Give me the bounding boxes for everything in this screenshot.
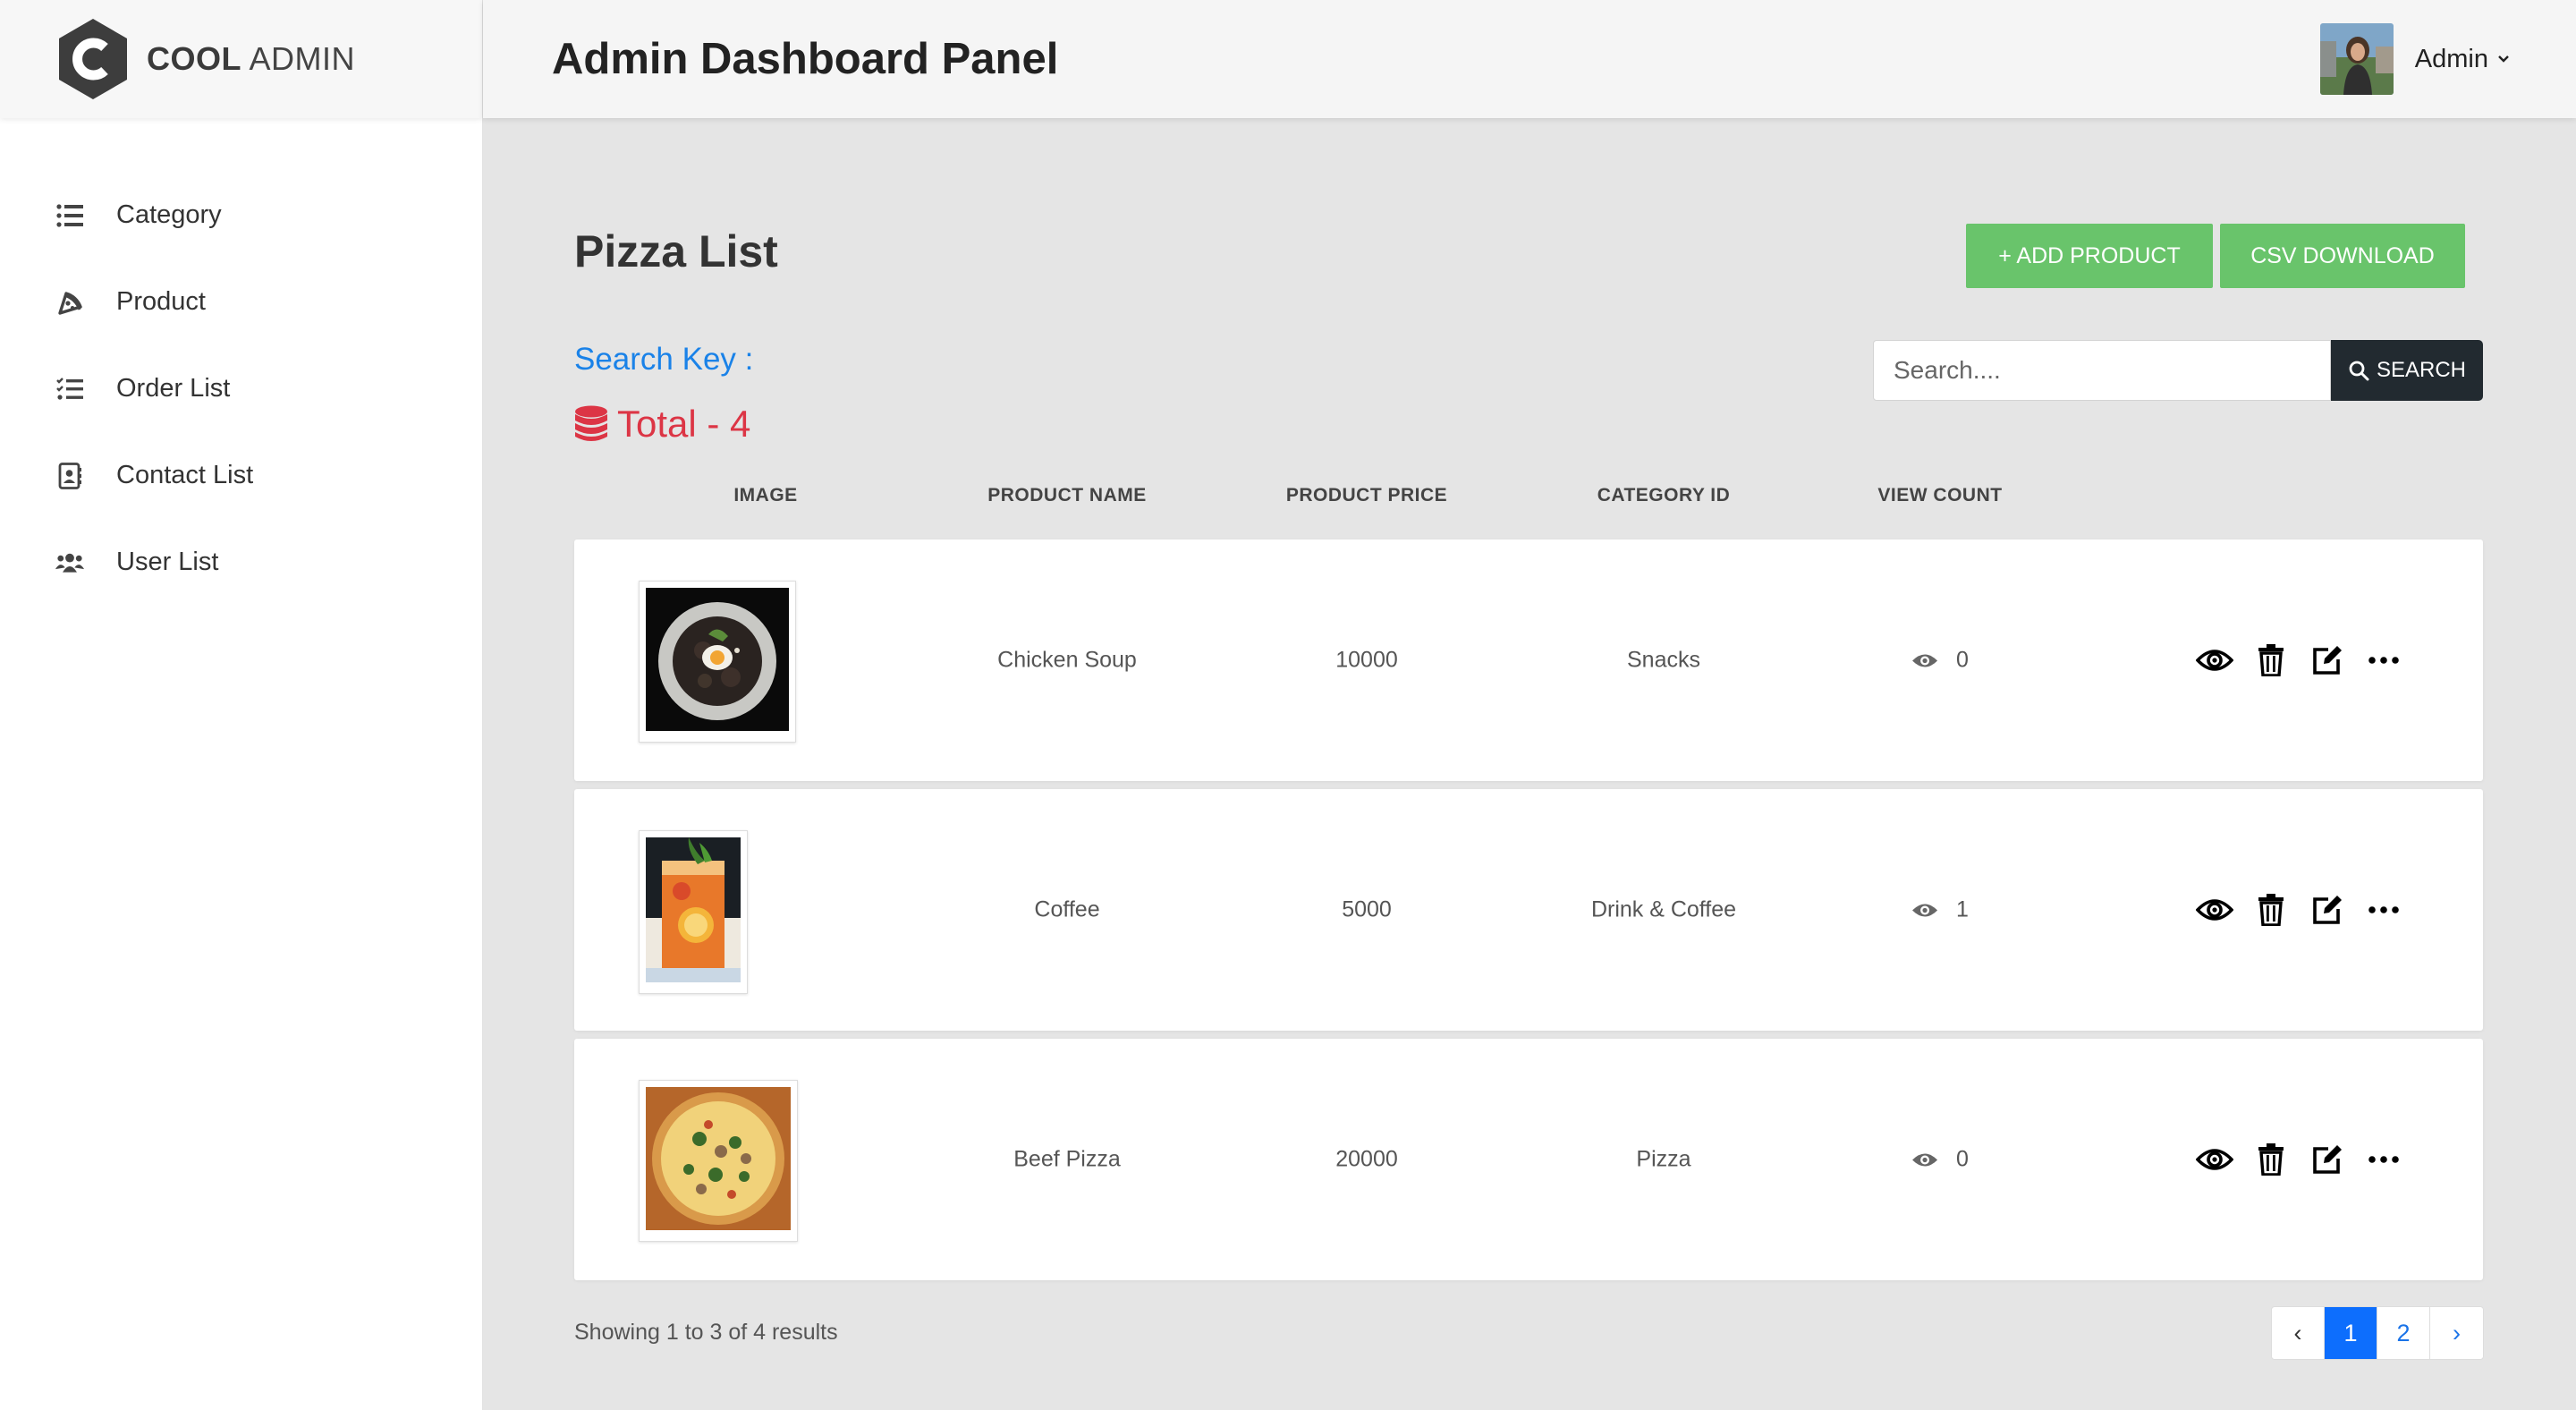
- column-header-image: IMAGE: [733, 485, 798, 505]
- product-price: 5000: [1342, 896, 1392, 922]
- eye-icon: [1912, 654, 1938, 667]
- drink-photo: [646, 837, 741, 982]
- search-icon: [2349, 361, 2369, 381]
- total-count: Total - 4: [574, 403, 750, 446]
- view-icon[interactable]: [2195, 641, 2234, 680]
- sidebar-item-user-list[interactable]: User List: [0, 519, 482, 606]
- sidebar-item-label: Order List: [116, 374, 231, 403]
- sidebar-nav: Category Product Order List Contact List…: [0, 172, 482, 606]
- sidebar-item-contact-list[interactable]: Contact List: [0, 432, 482, 519]
- add-product-button[interactable]: + ADD PRODUCT: [1966, 224, 2213, 288]
- row-actions: [2195, 641, 2420, 680]
- row-actions: [2195, 890, 2420, 930]
- search-button-label: SEARCH: [2376, 358, 2467, 382]
- address-book-icon: [55, 462, 84, 490]
- pagination-prev[interactable]: ‹: [2272, 1307, 2325, 1359]
- user-name: Admin: [2414, 44, 2488, 73]
- top-header: Admin Dashboard Panel Admin: [483, 0, 2576, 118]
- table-row: Beef Pizza 20000 Pizza 0: [574, 1039, 2483, 1280]
- pizza-photo: [646, 1087, 791, 1230]
- chevron-down-icon: [2498, 55, 2509, 63]
- table-row: Chicken Soup 10000 Snacks 0: [574, 539, 2483, 781]
- user-menu[interactable]: Admin: [2319, 23, 2510, 95]
- search-button[interactable]: SEARCH: [2331, 340, 2483, 401]
- edit-icon[interactable]: [2308, 890, 2347, 930]
- column-header-product-price: PRODUCT PRICE: [1285, 485, 1448, 505]
- view-count-value: 0: [1956, 1146, 1969, 1172]
- trash-icon[interactable]: [2251, 641, 2291, 680]
- pagination-next[interactable]: ›: [2430, 1307, 2483, 1359]
- pagination-page-1[interactable]: 1: [2325, 1307, 2377, 1359]
- database-icon: [575, 405, 607, 441]
- sidebar-item-order-list[interactable]: Order List: [0, 345, 482, 432]
- column-header-view-count: VIEW COUNT: [1877, 485, 2003, 505]
- more-options-icon[interactable]: [2364, 641, 2403, 680]
- sidebar-item-label: Product: [116, 287, 206, 316]
- trash-icon[interactable]: [2251, 1140, 2291, 1179]
- page-title: Admin Dashboard Panel: [552, 35, 1059, 83]
- sidebar-item-label: Category: [116, 200, 222, 229]
- brand-logo[interactable]: COOL ADMIN: [0, 0, 482, 118]
- avatar: [2319, 23, 2394, 95]
- sidebar: COOL ADMIN Category Product Order List C…: [0, 0, 483, 1410]
- row-actions: [2195, 1140, 2420, 1179]
- view-icon[interactable]: [2195, 890, 2234, 930]
- search-key-label: Search Key :: [574, 342, 754, 377]
- edit-icon[interactable]: [2308, 641, 2347, 680]
- more-options-icon[interactable]: [2364, 890, 2403, 930]
- product-price: 10000: [1335, 647, 1398, 673]
- view-count: 1: [1911, 897, 1969, 923]
- view-icon[interactable]: [2195, 1140, 2234, 1179]
- results-summary: Showing 1 to 3 of 4 results: [574, 1320, 838, 1345]
- logo-hex-icon: [59, 19, 127, 99]
- users-icon: [55, 548, 84, 577]
- product-name: Chicken Soup: [997, 647, 1137, 673]
- brand-bold: COOL: [147, 40, 242, 77]
- view-count-value: 0: [1956, 647, 1969, 673]
- sidebar-item-label: Contact List: [116, 461, 254, 489]
- pagination-page-2[interactable]: 2: [2377, 1307, 2430, 1359]
- more-options-icon[interactable]: [2364, 1140, 2403, 1179]
- brand-light: ADMIN: [249, 40, 356, 77]
- category-id: Drink & Coffee: [1590, 896, 1737, 922]
- product-name: Coffee: [1034, 896, 1100, 922]
- category-id: Pizza: [1636, 1146, 1691, 1172]
- total-label: Total - 4: [617, 403, 751, 445]
- sidebar-item-category[interactable]: Category: [0, 172, 482, 259]
- csv-download-button[interactable]: CSV DOWNLOAD: [2220, 224, 2465, 288]
- view-count: 0: [1911, 1147, 1969, 1173]
- search-input[interactable]: [1873, 340, 2331, 401]
- pizza-icon: [55, 288, 84, 317]
- pagination: ‹ 1 2 ›: [2271, 1306, 2484, 1360]
- product-image: [639, 581, 796, 743]
- table-row: Coffee 5000 Drink & Coffee 1: [574, 789, 2483, 1031]
- view-count: 0: [1911, 648, 1969, 674]
- product-price: 20000: [1335, 1146, 1398, 1172]
- category-id: Snacks: [1627, 647, 1700, 673]
- brand-name: COOL ADMIN: [147, 40, 355, 78]
- edit-icon[interactable]: [2308, 1140, 2347, 1179]
- column-header-category-id: CATEGORY ID: [1597, 485, 1731, 505]
- trash-icon[interactable]: [2251, 890, 2291, 930]
- main-content: Pizza List + ADD PRODUCT CSV DOWNLOAD Se…: [483, 118, 2576, 1410]
- sidebar-item-product[interactable]: Product: [0, 259, 482, 345]
- soup-photo: [646, 588, 789, 731]
- list-icon: [55, 201, 84, 230]
- tasks-icon: [55, 375, 84, 403]
- column-header-product-name: PRODUCT NAME: [987, 485, 1147, 505]
- eye-icon: [1912, 904, 1938, 916]
- product-name: Beef Pizza: [1013, 1146, 1121, 1172]
- view-count-value: 1: [1956, 896, 1969, 922]
- list-title: Pizza List: [574, 226, 778, 276]
- product-image: [639, 830, 748, 994]
- product-image: [639, 1080, 798, 1242]
- sidebar-item-label: User List: [116, 548, 219, 576]
- eye-icon: [1912, 1153, 1938, 1166]
